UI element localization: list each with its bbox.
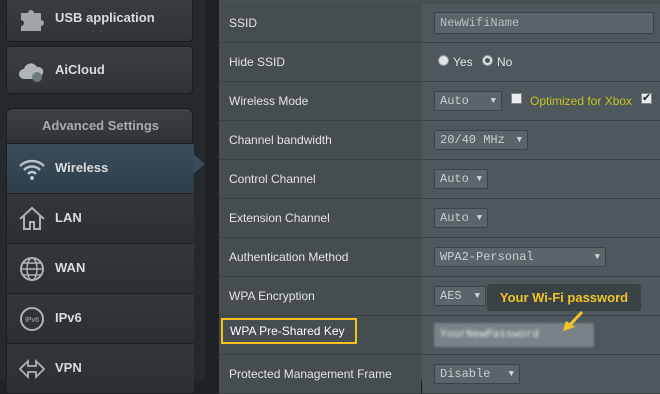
row-ssid: SSID NewWifiName [219,4,660,43]
hide-ssid-no-radio[interactable] [482,55,493,66]
advanced-settings-title: Advanced Settings [41,118,160,133]
callout-arrow-icon [563,310,584,331]
row-label: WPA Pre-Shared Key [230,324,345,338]
extra-checkbox[interactable] [641,91,652,104]
row-label: Wireless Mode [229,94,309,108]
chevron-down-icon: ▼ [508,369,514,379]
control-channel-select[interactable]: Auto ▼ [434,169,488,189]
extension-channel-select[interactable]: Auto ▼ [434,208,488,228]
hide-ssid-yes-radio[interactable] [438,55,449,66]
puzzle-icon [21,10,44,31]
sidebar-item-label: WAN [55,260,86,275]
xbox-label: Optimized for Xbox [530,94,633,108]
cloud-icon [19,63,44,82]
sidebar-item-lan[interactable]: LAN [7,193,194,243]
radio-label: No [497,55,513,69]
row-channel-bandwidth: Channel bandwidth 20/40 MHz ▼ [219,121,660,160]
authentication-method-select[interactable]: WPA2-Personal ▼ [434,247,606,267]
sidebar-item-label: IPv6 [55,310,82,325]
sidebar-item-usb-application[interactable]: USB application [6,0,193,42]
sidebar-item-ipv6[interactable]: IPv6 IPv6 [7,293,194,343]
active-indicator-arrow [193,154,205,174]
sidebar: USB application AiCloud Advanced Setting… [0,0,205,393]
sidebar-item-label: AiCloud [55,62,105,77]
row-label: Authentication Method [229,250,349,264]
sidebar-item-vpn[interactable]: VPN [7,343,194,393]
vpn-icon [18,358,46,380]
home-icon [19,206,45,230]
xbox-checkbox[interactable] [511,93,522,104]
select-value: AES [440,289,462,303]
row-label: Hide SSID [229,55,286,69]
password-callout: Your Wi-Fi password [487,284,641,311]
select-value: Disable [440,367,491,381]
advanced-settings-panel: Advanced Settings Wireless LAN WAN IPv6 … [6,108,194,393]
wireless-mode-select[interactable]: Auto ▼ [434,91,502,111]
select-value: 20/40 MHz [440,133,505,147]
row-label: WPA Encryption [229,289,315,303]
chevron-down-icon: ▼ [476,213,482,223]
select-value: Auto [440,172,469,186]
globe-icon [20,257,44,281]
sidebar-item-label: LAN [55,210,82,225]
chevron-down-icon: ▼ [490,96,496,106]
row-hide-ssid: Hide SSID Yes No [219,43,660,82]
chevron-down-icon: ▼ [594,252,600,262]
row-label: SSID [229,16,258,30]
sidebar-item-aicloud[interactable]: AiCloud [6,46,193,94]
psk-value: YourNewPassword [440,329,540,341]
svg-text:IPv6: IPv6 [25,317,39,324]
row-label: Channel bandwidth [229,133,332,147]
sidebar-item-wireless[interactable]: Wireless [7,143,194,193]
row-wireless-mode: Wireless Mode Auto ▼ Optimized for Xbox [219,82,660,121]
row-extension-channel: Extension Channel Auto ▼ [219,199,660,238]
wireless-settings-table: SSID NewWifiName Hide SSID Yes No Wirele… [219,0,660,394]
pmf-select[interactable]: Disable ▼ [434,364,520,384]
sidebar-item-wan[interactable]: WAN [7,243,194,293]
select-value: WPA2-Personal [440,250,534,264]
radio-label: Yes [453,55,473,69]
sidebar-item-label: USB application [55,10,155,25]
psk-label-highlight: WPA Pre-Shared Key [221,318,357,344]
row-label: Control Channel [229,172,316,186]
row-control-channel: Control Channel Auto ▼ [219,160,660,199]
ipv6-icon: IPv6 [20,307,44,331]
wpa-encryption-select[interactable]: AES ▼ [434,286,486,306]
select-value: Auto [440,211,469,225]
row-label: Extension Channel [229,211,330,225]
select-value: Auto [440,94,469,108]
row-wpa-pre-shared-key: WPA Pre-Shared Key YourNewPassword [219,316,660,355]
row-label: Protected Management Frame [229,367,392,381]
sidebar-item-label: VPN [55,360,82,375]
wifi-icon [19,159,45,180]
sidebar-item-label: Wireless [55,160,109,175]
row-protected-management-frame: Protected Management Frame Disable ▼ [219,355,660,394]
chevron-down-icon: ▼ [474,291,480,301]
channel-bandwidth-select[interactable]: 20/40 MHz ▼ [434,130,528,150]
chevron-down-icon: ▼ [476,174,482,184]
ssid-input[interactable]: NewWifiName [434,12,654,34]
chevron-down-icon: ▼ [516,135,522,145]
row-authentication-method: Authentication Method WPA2-Personal ▼ [219,238,660,277]
